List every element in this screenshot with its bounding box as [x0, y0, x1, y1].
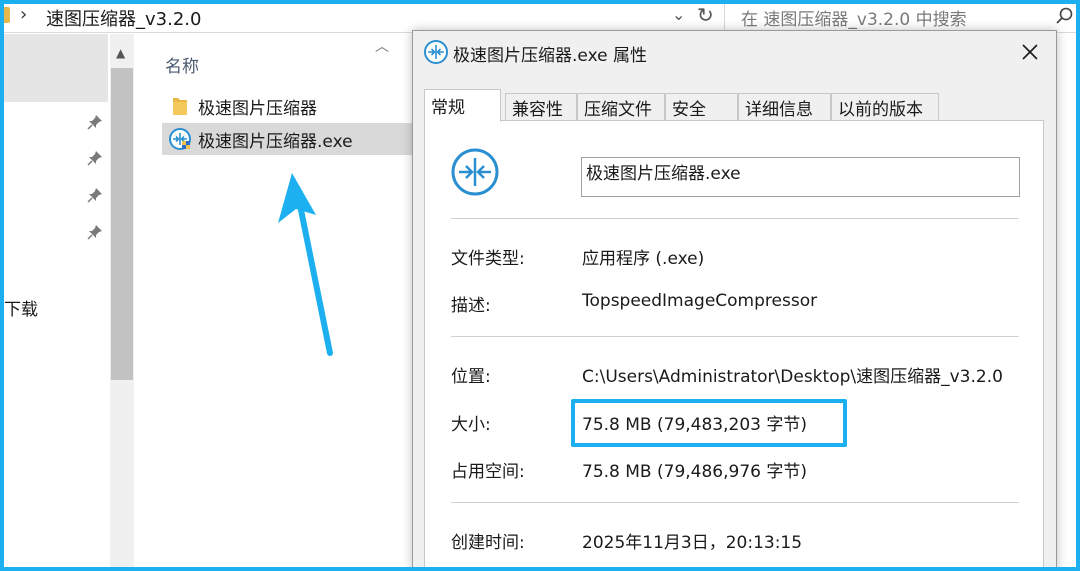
pin-icon[interactable] [87, 224, 103, 240]
disk-size-value: 75.8 MB (79,486,976 字节) [582, 462, 807, 482]
tab-general[interactable]: 常规 [424, 89, 501, 122]
properties-dialog: 极速图片压缩器.exe 属性 常规 兼容性 压缩文件 安全 详细信息 以前的版本… [412, 30, 1057, 571]
description-value: TopspeedImageCompressor [582, 291, 818, 311]
file-type-value: 应用程序 (.exe) [582, 249, 705, 269]
file-name: 极速图片压缩器.exe [198, 132, 353, 152]
search-box[interactable]: 在 速图压缩器_v3.2.0 中搜索 [724, 0, 1080, 33]
tab-security[interactable]: 安全 [665, 93, 738, 121]
pin-icon[interactable] [87, 114, 103, 130]
size-highlight-box [571, 399, 847, 447]
tab-bar: 常规 兼容性 压缩文件 安全 详细信息 以前的版本 [424, 89, 1044, 122]
general-tab-panel: 文件类型: 应用程序 (.exe) 描述: TopspeedImageCompr… [424, 120, 1044, 571]
refresh-icon[interactable]: ↻ [697, 3, 714, 27]
column-header-name[interactable]: 名称 [165, 52, 199, 77]
size-label: 大小: [451, 415, 491, 435]
address-path[interactable]: 速图压缩器_v3.2.0 [46, 5, 201, 31]
separator [451, 218, 1019, 219]
separator [451, 336, 1019, 337]
app-icon [451, 148, 499, 196]
dialog-title: 极速图片压缩器.exe 属性 [453, 46, 647, 66]
pin-icon[interactable] [87, 150, 103, 166]
app-icon [424, 40, 448, 64]
sort-ascending-icon: ︿ [375, 39, 389, 55]
nav-item-download[interactable]: 下载 [4, 295, 38, 320]
nav-scrollbar-thumb[interactable] [111, 68, 133, 380]
chevron-down-icon[interactable]: ⌄ [672, 5, 685, 24]
tab-compatibility[interactable]: 兼容性 [505, 93, 577, 121]
search-icon[interactable] [1054, 6, 1074, 26]
search-input[interactable]: 在 速图压缩器_v3.2.0 中搜索 [741, 5, 967, 30]
annotation-arrow [278, 173, 333, 356]
file-row[interactable]: 极速图片压缩器 [162, 90, 414, 122]
close-icon[interactable] [1013, 36, 1047, 68]
separator [451, 502, 1019, 503]
tab-previous-versions[interactable]: 以前的版本 [831, 93, 939, 121]
file-name-input[interactable] [581, 157, 1020, 197]
created-label: 创建时间: [451, 533, 525, 553]
disk-size-label: 占用空间: [451, 462, 525, 482]
tab-compressed[interactable]: 压缩文件 [577, 93, 665, 121]
location-label: 位置: [451, 367, 491, 387]
app-icon [169, 128, 191, 150]
scroll-up-arrow-icon[interactable]: ▲ [116, 46, 125, 60]
created-value: 2025年11月3日，20:13:15 [582, 533, 803, 553]
nav-item-selected[interactable] [0, 34, 108, 102]
tab-details[interactable]: 详细信息 [738, 93, 831, 121]
file-row-selected[interactable]: 极速图片压缩器.exe [162, 123, 414, 155]
file-name: 极速图片压缩器 [198, 99, 317, 119]
folder-icon [173, 98, 187, 115]
folder-icon [0, 7, 10, 23]
address-bar: › 速图压缩器_v3.2.0 ⌄ ↻ 在 速图压缩器_v3.2.0 中搜索 [0, 0, 1080, 33]
pin-icon[interactable] [87, 187, 103, 203]
location-value: C:\Users\Administrator\Desktop\速图压缩器_v3.… [582, 367, 1003, 387]
file-type-label: 文件类型: [451, 249, 525, 269]
chevron-right-icon[interactable]: › [20, 4, 27, 25]
description-label: 描述: [451, 296, 491, 316]
